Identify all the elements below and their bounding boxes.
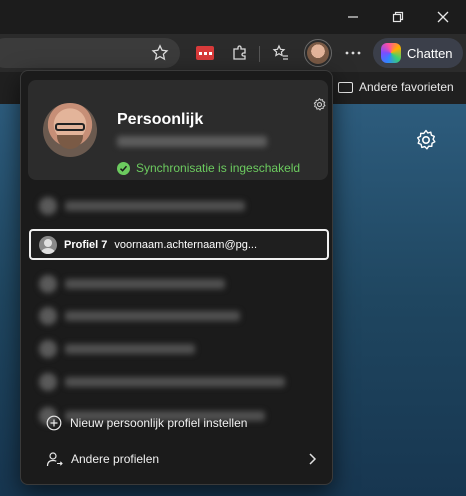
active-profile-email: voornaam.achternaam@pg... — [114, 238, 258, 251]
restore-icon — [392, 11, 404, 23]
profile-name: Persoonlijk — [117, 111, 204, 128]
profile-list-item-active[interactable]: Profiel 7 voornaam.achternaam@pg... — [29, 229, 329, 260]
ellipsis-icon — [345, 51, 361, 55]
avatar — [307, 42, 329, 64]
new-profile-button[interactable]: Nieuw persoonlijk profiel instellen — [29, 408, 329, 438]
favorites-list-icon — [272, 44, 288, 60]
profile-button[interactable] — [304, 39, 332, 67]
check-circle-icon — [117, 161, 130, 175]
new-profile-label: Nieuw persoonlijk profiel instellen — [70, 416, 248, 430]
page-settings-button[interactable] — [414, 128, 438, 157]
title-bar — [0, 0, 466, 34]
other-profiles-button[interactable]: Andere profielen — [29, 444, 329, 474]
gear-icon — [313, 98, 326, 111]
blurred-email — [117, 136, 267, 147]
switch-profile-icon — [46, 451, 63, 466]
profile-settings-button[interactable] — [312, 97, 327, 117]
profile-avatar — [43, 103, 97, 157]
gear-icon — [417, 129, 436, 150]
browser-toolbar: Chatten — [0, 34, 466, 72]
profile-flyout: Persoonlijk Synchronisatie is ingeschake… — [20, 70, 333, 485]
profile-list-item[interactable] — [29, 269, 329, 299]
copilot-icon — [381, 43, 401, 63]
profile-list-item[interactable] — [29, 367, 329, 397]
chat-label: Chatten — [407, 45, 453, 61]
other-favorites-folder[interactable]: Andere favorieten — [338, 80, 454, 94]
extensions-button[interactable] — [227, 40, 253, 66]
add-circle-icon — [46, 415, 62, 431]
red-extension-icon — [196, 46, 214, 60]
toolbar-divider — [259, 46, 260, 62]
profile-list-item[interactable] — [29, 301, 329, 331]
close-button[interactable] — [420, 0, 466, 34]
chevron-right-icon — [309, 453, 317, 465]
folder-icon — [338, 81, 353, 93]
profile-list-item[interactable] — [29, 334, 329, 364]
extension-red-button[interactable] — [192, 40, 218, 66]
sync-status-text: Synchronisatie is ingeschakeld — [136, 161, 301, 175]
minimize-icon — [348, 16, 358, 18]
close-icon — [437, 11, 449, 23]
folder-label: Andere favorieten — [359, 80, 454, 94]
puzzle-icon — [233, 45, 246, 60]
active-profile-name: Profiel 7 — [64, 238, 108, 251]
star-icon — [151, 44, 169, 61]
copilot-chat-button[interactable]: Chatten — [373, 38, 463, 68]
profile-list-item[interactable] — [29, 191, 329, 221]
favorites-button[interactable] — [268, 40, 294, 66]
minimize-button[interactable] — [330, 0, 376, 34]
other-profiles-label: Andere profielen — [71, 452, 160, 466]
person-icon — [39, 235, 57, 254]
sync-status: Synchronisatie is ingeschakeld — [117, 161, 300, 175]
favorite-star-button[interactable] — [147, 40, 173, 66]
current-profile-card: Persoonlijk Synchronisatie is ingeschake… — [28, 80, 328, 180]
more-options-button[interactable] — [340, 40, 366, 66]
restore-button[interactable] — [375, 0, 421, 34]
